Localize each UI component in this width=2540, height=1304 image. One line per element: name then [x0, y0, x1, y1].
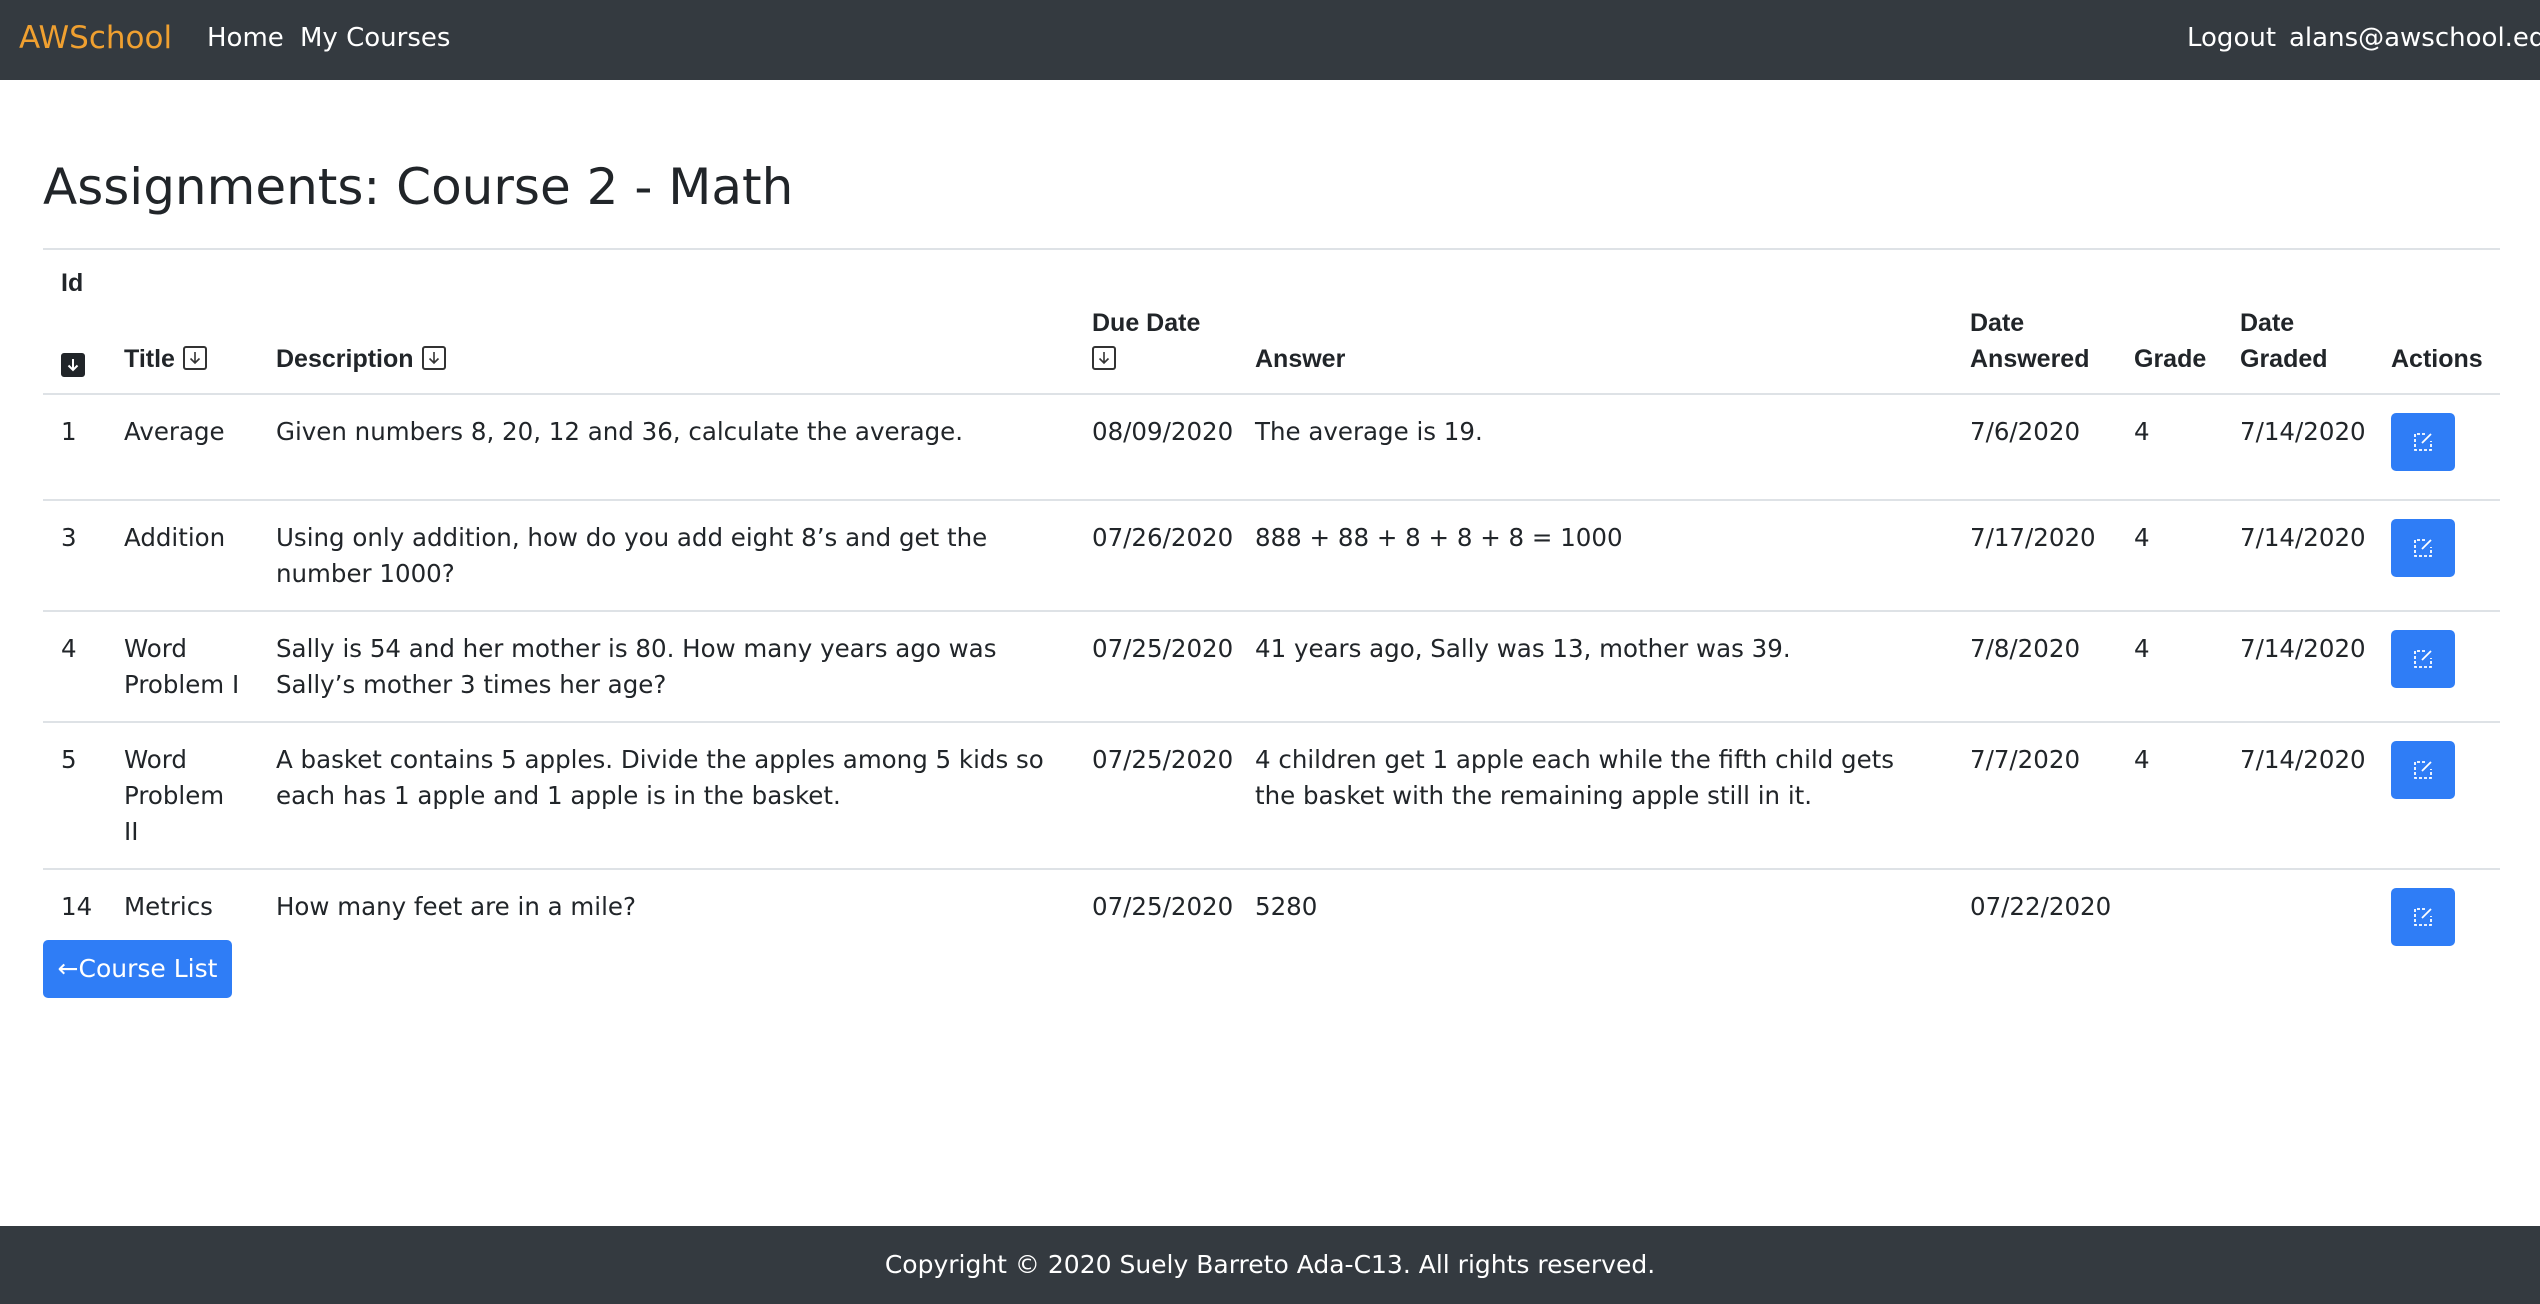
cell-grade [2116, 869, 2222, 974]
column-header-date-answered-line1: Date [1970, 309, 2025, 337]
cell-actions [2373, 722, 2500, 870]
cell-id: 3 [43, 500, 106, 612]
edit-icon [2414, 539, 2432, 557]
cell-title: Word Problem II [106, 722, 258, 870]
sort-down-icon[interactable] [1092, 346, 1116, 370]
column-header-due-date-label: Due Date [1092, 309, 1201, 337]
cell-title: Addition [106, 500, 258, 612]
cell-grade: 4 [2116, 722, 2222, 870]
column-header-date-answered: Date Answered [1952, 250, 2116, 395]
column-header-actions-label: Actions [2391, 345, 2483, 373]
cell-title: Average [106, 394, 258, 501]
column-header-answer-label: Answer [1255, 345, 1346, 373]
cell-description: How many feet are in a mile? [276, 892, 636, 921]
cell-answer: 4 children get 1 apple each while the fi… [1237, 722, 1952, 870]
table-row: 3 Addition Using only addition, how do y… [43, 500, 2500, 612]
cell-date-graded [2222, 869, 2373, 974]
cell-date-answered: 7/8/2020 [1952, 611, 2116, 723]
cell-actions [2373, 500, 2500, 612]
table-row: 1 Average Given numbers 8, 20, 12 and 36… [43, 394, 2500, 501]
column-header-grade: Grade [2116, 250, 2222, 395]
cell-date-answered: 07/22/2020 [1970, 892, 2112, 921]
cell-id: 1 [43, 394, 106, 501]
cell-grade: 4 [2116, 611, 2222, 723]
cell-date-answered: 7/7/2020 [1952, 722, 2116, 870]
cell-id: 5 [43, 722, 106, 870]
cell-grade: 4 [2116, 500, 2222, 612]
user-email-link[interactable]: alans@awschool.edu [2289, 18, 2540, 58]
cell-answer: 888 + 88 + 8 + 8 + 8 = 1000 [1237, 500, 1952, 612]
table-row: 4 Word Problem I Sally is 54 and her mot… [43, 611, 2500, 723]
column-header-grade-label: Grade [2134, 345, 2207, 373]
edit-button[interactable] [2391, 630, 2455, 688]
sort-down-active-icon[interactable] [61, 353, 85, 377]
cell-description: Given numbers 8, 20, 12 and 36, calculat… [258, 394, 1074, 501]
cell-actions [2373, 611, 2500, 723]
column-header-description-label: Description [276, 345, 414, 373]
footer: Copyright © 2020 Suely Barreto Ada-C13. … [0, 1226, 2540, 1304]
logout-link[interactable]: Logout [2187, 18, 2276, 58]
edit-icon [2414, 650, 2432, 668]
cell-title: Word Problem I [106, 611, 258, 723]
cell-due-date: 07/26/2020 [1074, 500, 1237, 612]
cell-date-graded: 7/14/2020 [2222, 722, 2373, 870]
sort-down-icon[interactable] [421, 346, 446, 370]
column-header-date-graded-line1: Date [2240, 309, 2295, 337]
cell-description: Using only addition, how do you add eigh… [258, 500, 1074, 612]
page-title: Assignments: Course 2 - Math [43, 158, 794, 216]
edit-button[interactable] [2391, 413, 2455, 471]
column-header-actions: Actions [2373, 250, 2500, 395]
edit-icon [2414, 761, 2432, 779]
cell-actions [2373, 869, 2500, 974]
table-row: 5 Word Problem II A basket contains 5 ap… [43, 722, 2500, 870]
cell-date-graded: 7/14/2020 [2222, 500, 2373, 612]
edit-button[interactable] [2391, 741, 2455, 799]
cell-description: A basket contains 5 apples. Divide the a… [258, 722, 1074, 870]
column-header-due-date: Due Date [1074, 250, 1237, 395]
cell-id: 4 [43, 611, 106, 723]
nav-link-home[interactable]: Home [207, 18, 284, 58]
cell-due-date: 07/25/2020 [1092, 892, 1234, 921]
brand-logo[interactable]: AWSchool [19, 18, 172, 58]
footer-copyright: Copyright © 2020 Suely Barreto Ada-C13. … [884, 1250, 1656, 1279]
cell-answer: The average is 19. [1237, 394, 1952, 501]
edit-button[interactable] [2391, 519, 2455, 577]
table-row: 14 Metrics How many feet are in a mile? … [43, 869, 2500, 974]
sort-down-icon[interactable] [182, 346, 207, 370]
column-header-id-label: Id [61, 269, 84, 297]
cell-answer: 5280 [1255, 892, 1318, 921]
column-header-id: Id [43, 250, 106, 395]
cell-actions [2373, 394, 2500, 501]
assignments-table: Id Title Description Due Date Answer Dat… [43, 250, 2500, 974]
cell-date-answered: 7/6/2020 [1952, 394, 2116, 501]
column-header-date-graded-line2: Graded [2240, 345, 2328, 373]
top-navbar: AWSchool Home My Courses Logout alans@aw… [0, 0, 2540, 80]
cell-grade: 4 [2116, 394, 2222, 501]
edit-button[interactable] [2391, 888, 2455, 946]
column-header-description: Description [258, 250, 1074, 395]
cell-due-date: 08/09/2020 [1074, 394, 1237, 501]
cell-description: Sally is 54 and her mother is 80. How ma… [258, 611, 1074, 723]
cell-due-date: 07/25/2020 [1074, 611, 1237, 723]
cell-answer: 41 years ago, Sally was 13, mother was 3… [1237, 611, 1952, 723]
edit-icon [2414, 908, 2432, 926]
table-header-row: Id Title Description Due Date Answer Dat… [43, 250, 2500, 395]
cell-date-graded: 7/14/2020 [2222, 611, 2373, 723]
cell-date-graded: 7/14/2020 [2222, 394, 2373, 501]
column-header-date-answered-line2: Answered [1970, 345, 2090, 373]
column-header-title: Title [106, 250, 258, 395]
column-header-answer: Answer [1237, 250, 1952, 395]
column-header-title-label: Title [124, 345, 175, 373]
course-list-button[interactable]: ←Course List [43, 940, 232, 998]
cell-date-answered: 7/17/2020 [1952, 500, 2116, 612]
edit-icon [2414, 433, 2432, 451]
column-header-date-graded: Date Graded [2222, 250, 2373, 395]
nav-link-my-courses[interactable]: My Courses [300, 18, 450, 58]
cell-due-date: 07/25/2020 [1074, 722, 1237, 870]
